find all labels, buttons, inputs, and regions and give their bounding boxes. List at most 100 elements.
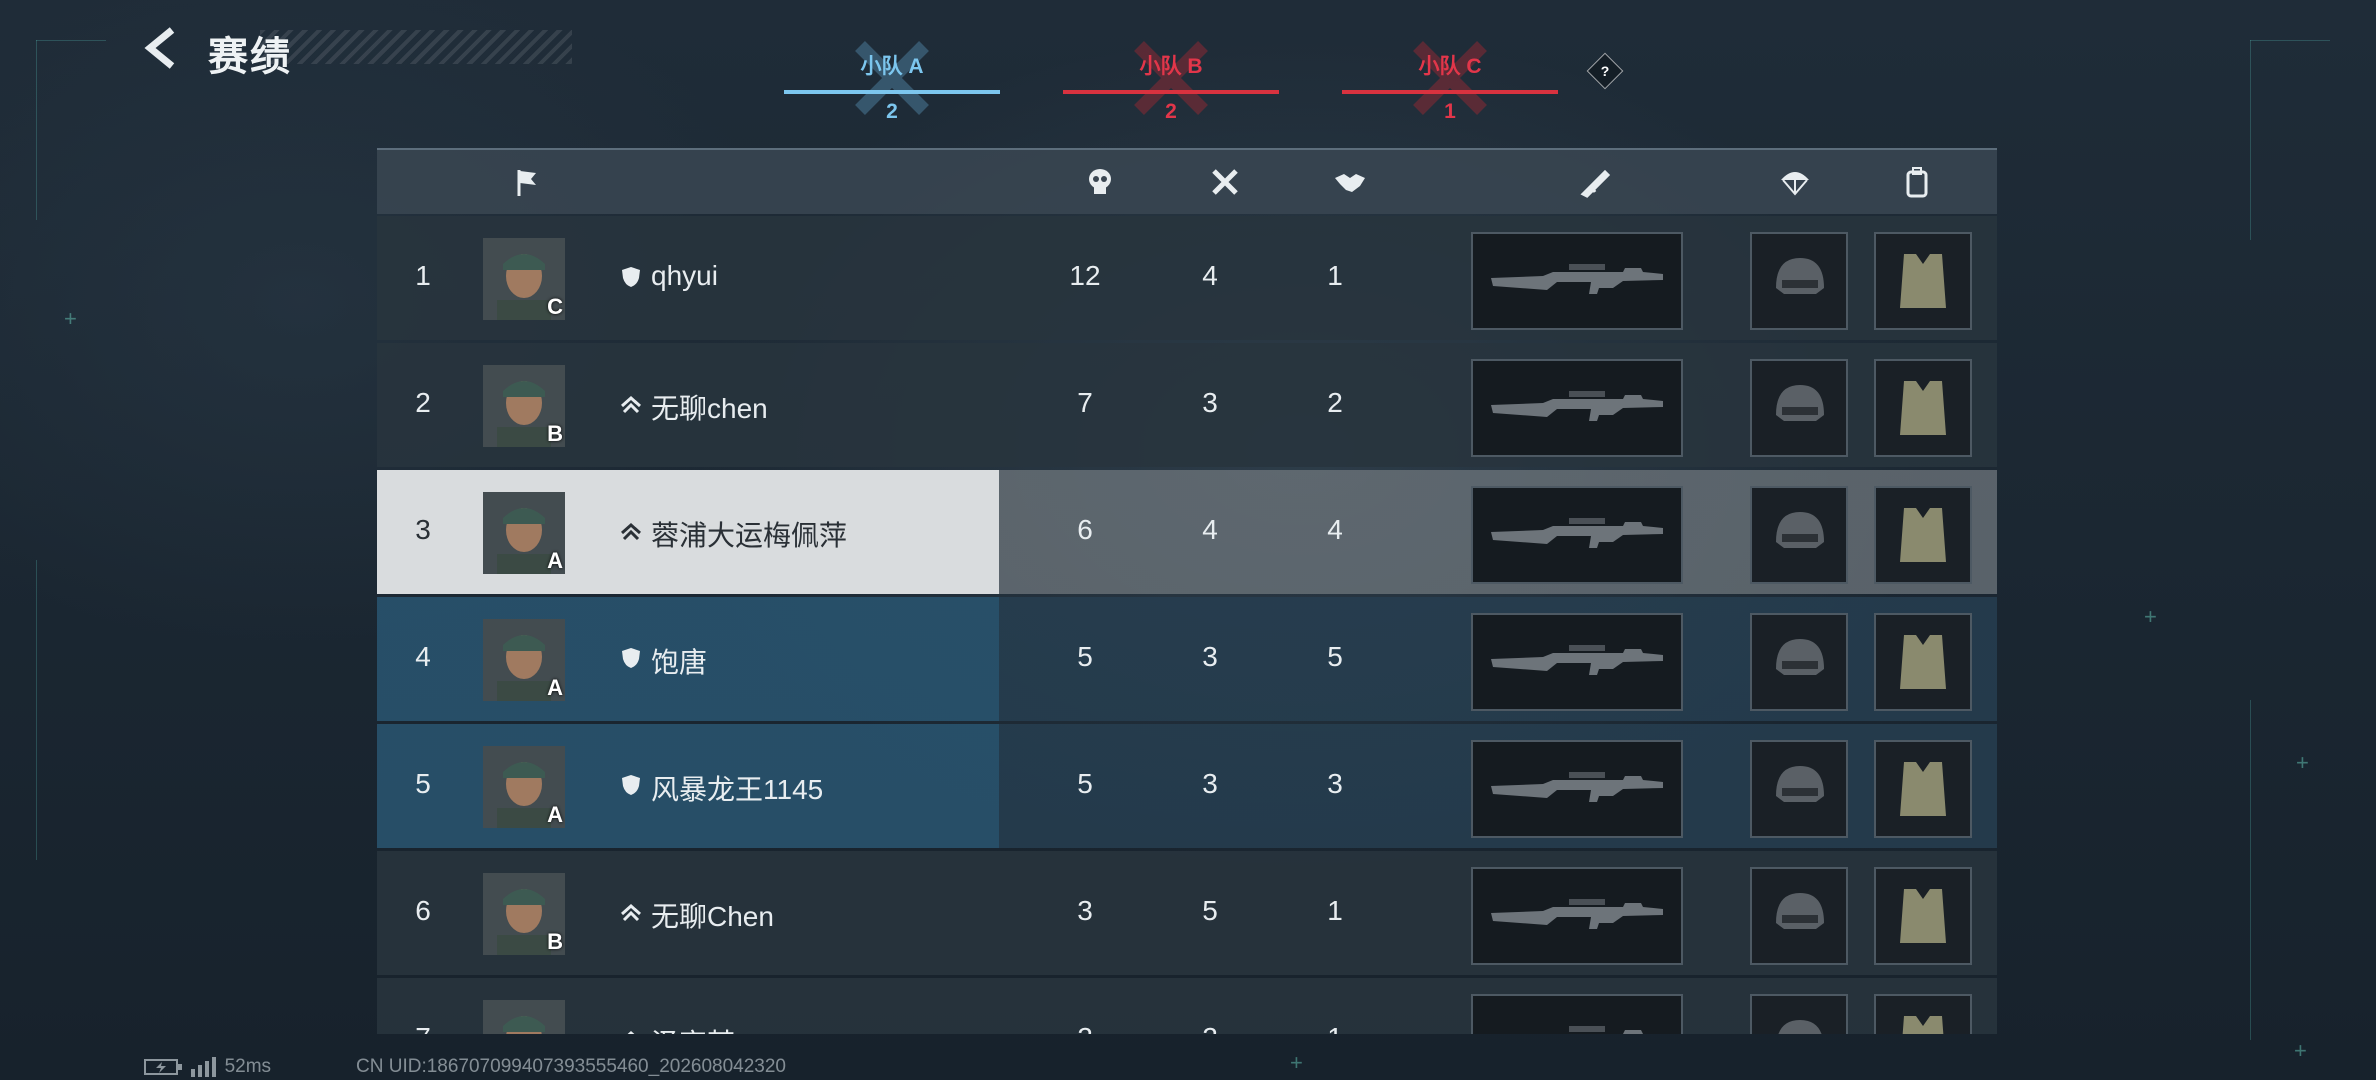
uid-readout: CN UID:1867070994073935554​60_2026080423… <box>356 1056 786 1077</box>
team-name: 小队 A <box>860 55 924 78</box>
avatar: B <box>483 365 565 447</box>
soldier-portrait <box>483 1000 565 1034</box>
vest-image <box>1900 254 1946 308</box>
back-button[interactable] <box>140 26 184 70</box>
class-letter: B <box>547 421 563 446</box>
hud-cross: + <box>2296 750 2309 775</box>
player-name: 无聊chen <box>651 393 768 424</box>
vest-slot[interactable] <box>1874 994 1972 1034</box>
helmet-slot[interactable] <box>1750 232 1848 330</box>
vest-image <box>1900 381 1946 435</box>
vest-slot[interactable] <box>1874 867 1972 965</box>
avatar: A <box>483 619 565 701</box>
weapon-slot[interactable] <box>1471 486 1683 584</box>
helmet-slot[interactable] <box>1750 867 1848 965</box>
helmet-slot[interactable] <box>1750 613 1848 711</box>
backpack-icon <box>1906 167 1928 198</box>
weapon-image <box>1491 264 1663 294</box>
vest-slot[interactable] <box>1874 486 1972 584</box>
skull-icon <box>1089 169 1111 194</box>
help-label: ? <box>1600 63 1610 79</box>
avatar: A <box>483 746 565 828</box>
flag-icon <box>517 170 536 196</box>
hud-line <box>2250 40 2251 240</box>
team-tab-c[interactable]: 小队 C 1 <box>1342 28 1558 128</box>
team-name: 小队 C <box>1418 55 1482 78</box>
deaths-value: 3 <box>1202 641 1218 672</box>
helmet-image <box>1778 1020 1822 1034</box>
page-title: 赛绩 <box>208 35 292 79</box>
weapon-slot[interactable] <box>1471 740 1683 838</box>
kills-value: 5 <box>1077 768 1093 799</box>
weapon-image <box>1491 645 1663 675</box>
vest-slot[interactable] <box>1874 613 1972 711</box>
deaths-value: 5 <box>1202 895 1218 926</box>
vest-slot[interactable] <box>1874 359 1972 457</box>
table-row[interactable]: 6 B 无聊Chen 3 5 1 <box>377 851 1997 975</box>
vest-image <box>1900 635 1946 689</box>
title-decoration <box>260 30 572 64</box>
table-row[interactable]: 2 B 无聊chen 7 3 2 <box>377 343 1997 467</box>
vest-image <box>1902 1016 1944 1034</box>
rank-number: 5 <box>415 768 431 799</box>
hud-cross: + <box>1290 1050 1303 1075</box>
vest-image <box>1900 889 1946 943</box>
weapon-slot[interactable] <box>1471 867 1683 965</box>
chevron-rank-icon <box>621 395 641 414</box>
player-name: 泽宇某 <box>651 1022 735 1034</box>
ping-readout: 52ms <box>224 1056 272 1077</box>
avatar: C <box>483 238 565 320</box>
kills-value: 3 <box>1077 895 1093 926</box>
helmet-image <box>1776 639 1824 675</box>
deaths-value: 4 <box>1202 514 1218 545</box>
assists-value: 5 <box>1327 641 1343 672</box>
weapon-slot[interactable] <box>1471 613 1683 711</box>
deaths-value: 4 <box>1202 260 1218 291</box>
weapon-image <box>1491 772 1663 802</box>
table-row[interactable]: 4 A 饱唐 5 3 5 <box>377 597 1997 721</box>
rifle-icon <box>1580 169 1611 198</box>
avatar: A <box>483 492 565 574</box>
table-row[interactable]: 7 泽宇某 2 2 1 <box>377 978 1997 1034</box>
assists-value: 1 <box>1327 895 1343 926</box>
assists-value: 3 <box>1327 768 1343 799</box>
player-name: 蓉浦大运梅佩萍 <box>651 520 848 551</box>
scoreboard-table: 1 Cqhyui 12 4 1 2 B 无聊chen 7 3 2 3 A 蓉浦大运梅佩萍 6 4 4 4 A 饱唐 5 3… <box>377 148 1997 1034</box>
helmet-image <box>1776 766 1824 802</box>
vest-slot[interactable] <box>1874 232 1972 330</box>
weapon-image <box>1491 518 1663 548</box>
chevron-rank-icon <box>621 522 641 541</box>
weapon-slot[interactable] <box>1471 994 1683 1034</box>
team-score: 1 <box>1444 100 1456 123</box>
team-tab-a[interactable]: 小队 A 2 <box>784 28 1000 128</box>
deaths-value: 2 <box>1170 1022 1250 1034</box>
chevron-rank-icon <box>627 1030 635 1034</box>
shield-icon <box>622 648 640 668</box>
hud-line <box>2250 40 2330 41</box>
player-name: 风暴龙王1145 <box>651 774 824 805</box>
team-tab-b[interactable]: 小队 B 2 <box>1063 28 1279 128</box>
weapon-slot[interactable] <box>1471 232 1683 330</box>
helmet-slot[interactable] <box>1750 359 1848 457</box>
assists-value: 1 <box>1327 260 1343 291</box>
table-row[interactable]: 5 A 风暴龙王1145 5 3 3 <box>377 724 1997 848</box>
table-row[interactable]: 1 Cqhyui 12 4 1 <box>377 216 1997 340</box>
helmet-slot[interactable] <box>1750 740 1848 838</box>
player-name: 饱唐 <box>651 647 708 678</box>
avatar <box>483 1000 565 1034</box>
table-row[interactable]: 3 A 蓉浦大运梅佩萍 6 4 4 <box>377 470 1997 594</box>
class-letter: B <box>547 929 563 954</box>
vest-slot[interactable] <box>1874 740 1972 838</box>
helmet-slot[interactable] <box>1750 486 1848 584</box>
player-name: 无聊Chen <box>651 901 774 932</box>
helmet-slot[interactable] <box>1750 994 1848 1034</box>
rank-number: 1 <box>415 260 431 291</box>
team-bar <box>784 90 1000 94</box>
parachute-icon <box>1781 172 1809 196</box>
kills-value: 5 <box>1077 641 1093 672</box>
hud-line <box>36 40 106 41</box>
rank-number: 6 <box>415 895 431 926</box>
cross-icon <box>1212 169 1238 195</box>
weapon-slot[interactable] <box>1471 359 1683 457</box>
battery-icon <box>144 1058 182 1075</box>
